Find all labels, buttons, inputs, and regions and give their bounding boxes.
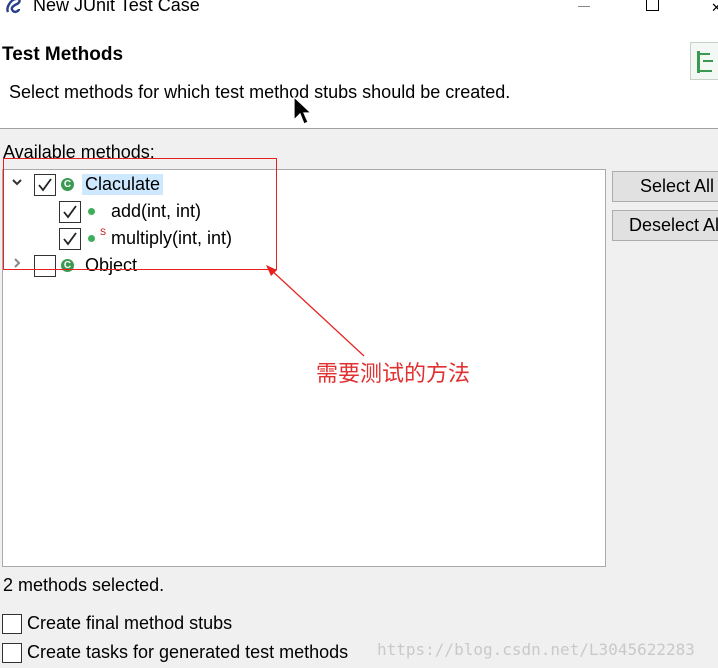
minimize-button[interactable] [578, 0, 592, 14]
page-title: Test Methods [2, 44, 124, 65]
final-stubs-checkbox[interactable] [2, 614, 22, 634]
final-stubs-label: Create final method stubs [27, 613, 233, 633]
annotation-highlight-box [3, 158, 277, 270]
watermark: https://blog.csdn.net/L3045622283 [377, 640, 695, 659]
close-button[interactable]: ✕ [711, 0, 718, 14]
tasks-label: Create tasks for generated test methods [27, 642, 349, 662]
eclipse-app-icon [4, 0, 24, 16]
selection-status: 2 methods selected. [3, 575, 165, 595]
select-all-button[interactable]: Select All [612, 171, 718, 202]
maximize-button[interactable] [646, 0, 659, 11]
annotation-arrow [266, 265, 365, 357]
final-stubs-option[interactable]: Create final method stubs [2, 613, 302, 636]
page-description: Select methods for which test method stu… [9, 82, 511, 102]
annotation-text: 需要测试的方法 [316, 362, 471, 387]
deselect-all-button[interactable]: Deselect All [612, 210, 718, 241]
tasks-option[interactable]: Create tasks for generated test methods [2, 642, 382, 665]
junit-wizard-icon [690, 42, 718, 80]
mouse-cursor-icon [293, 96, 313, 125]
window-title: New JUnit Test Case [33, 0, 200, 15]
tasks-checkbox[interactable] [2, 643, 22, 663]
wizard-header [0, 22, 718, 129]
